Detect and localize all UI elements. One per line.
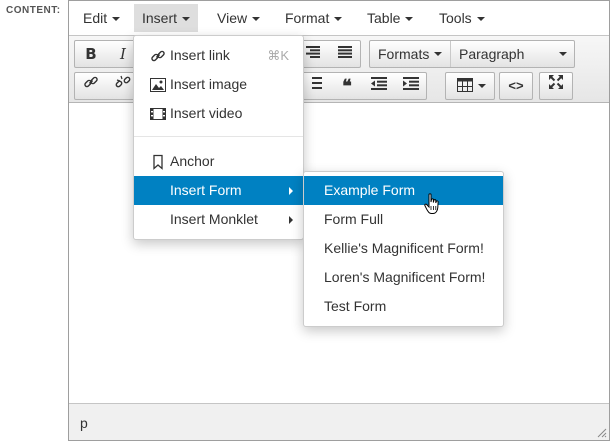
shortcut-hint: ⌘K [267, 48, 289, 63]
chevron-down-icon [434, 52, 442, 56]
quote-icon: ❝ [342, 76, 352, 96]
menu-item-insert-image[interactable]: Insert image [134, 70, 303, 99]
hand-cursor-icon [424, 193, 439, 214]
chevron-right-icon [289, 187, 293, 195]
submenu-item-label: Loren's Magnificent Form! [324, 269, 486, 285]
menu-item-label: Insert link [170, 47, 230, 63]
chevron-right-icon [289, 216, 293, 224]
indent-button[interactable] [395, 73, 427, 99]
insert-form-submenu: Example Form Form Full Kellie's Magnific… [303, 171, 504, 327]
content-field-label: CONTENT: [6, 5, 61, 16]
link-icon [151, 50, 165, 62]
chevron-down-icon [405, 17, 414, 21]
fullscreen-button[interactable] [540, 73, 572, 99]
submenu-item-label: Test Form [324, 298, 387, 314]
code-icon: <> [508, 78, 524, 93]
align-right-icon [306, 46, 320, 58]
menu-item-label: Insert Form [170, 182, 242, 198]
link-icon [84, 76, 98, 88]
menu-format[interactable]: Format [277, 4, 350, 32]
blockquote-button[interactable]: ❝ [331, 73, 363, 99]
menu-edit-label: Edit [83, 10, 108, 26]
fullscreen-icon [549, 75, 563, 89]
menu-view-label: View [217, 10, 248, 26]
menu-table[interactable]: Table [359, 4, 421, 32]
menu-insert-label: Insert [142, 10, 178, 26]
formats-dropdown-label: Formats [378, 46, 430, 62]
submenu-item-example-form[interactable]: Example Form [304, 176, 503, 205]
submenu-item-test-form[interactable]: Test Form [304, 292, 503, 321]
link-button[interactable] [75, 73, 107, 99]
table-icon [456, 78, 473, 92]
chevron-down-icon [477, 84, 486, 88]
chevron-down-icon [334, 17, 343, 21]
indent-icon [403, 77, 419, 90]
chevron-down-icon [182, 17, 191, 21]
element-path[interactable]: p [80, 415, 88, 431]
menu-item-label: Insert Monklet [170, 211, 258, 227]
menu-item-insert-video[interactable]: Insert video [134, 99, 303, 128]
image-icon [150, 78, 166, 92]
numbered-list-icon [312, 77, 322, 89]
menu-insert[interactable]: Insert [134, 4, 199, 32]
formats-dropdown[interactable]: Formats [370, 41, 450, 67]
source-code-button[interactable]: <> [500, 73, 532, 99]
submenu-item-lorens-form[interactable]: Loren's Magnificent Form! [304, 263, 503, 292]
menu-tools[interactable]: Tools [431, 4, 493, 32]
chevron-down-icon [476, 17, 485, 21]
chevron-down-icon [252, 17, 261, 21]
menu-item-label: Anchor [170, 153, 215, 169]
bold-button[interactable]: B [75, 41, 107, 67]
menu-item-label: Insert image [170, 76, 248, 92]
menu-item-anchor[interactable]: Anchor [134, 147, 303, 176]
insert-menu-dropdown: Insert link ⌘K Insert image Insert video… [133, 35, 304, 240]
outdent-button[interactable] [363, 73, 395, 99]
toolbar-group-styles: Formats Paragraph [369, 40, 575, 68]
submenu-item-label: Form Full [324, 211, 384, 227]
bookmark-icon [153, 154, 163, 170]
menu-table-label: Table [367, 10, 401, 26]
video-icon [150, 108, 166, 120]
menu-item-label: Insert video [170, 105, 243, 121]
submenu-item-form-full[interactable]: Form Full [304, 205, 503, 234]
menu-item-insert-monklet[interactable]: Insert Monklet [134, 205, 303, 234]
chevron-down-icon [559, 52, 567, 56]
menubar: Edit Insert View Format Table Tools [69, 1, 609, 36]
chevron-down-icon [112, 17, 121, 21]
resize-handle-icon[interactable] [597, 428, 607, 438]
submenu-item-kellies-form[interactable]: Kellie's Magnificent Form! [304, 234, 503, 263]
toolbar-group-table [445, 72, 495, 100]
paragraph-dropdown-label: Paragraph [459, 46, 525, 62]
paragraph-dropdown[interactable]: Paragraph [451, 41, 575, 67]
toolbar-group-fullscreen [539, 72, 573, 100]
submenu-item-label: Kellie's Magnificent Form! [324, 240, 484, 256]
menu-divider [134, 136, 303, 137]
align-justify-button[interactable] [329, 41, 361, 67]
menu-edit[interactable]: Edit [75, 4, 128, 32]
unlink-icon [115, 75, 131, 88]
align-justify-icon [338, 46, 352, 58]
toolbar-group-code: <> [499, 72, 533, 100]
menu-item-insert-form[interactable]: Insert Form [134, 176, 303, 205]
table-button[interactable] [448, 73, 494, 99]
statusbar: p [69, 403, 609, 440]
menu-tools-label: Tools [439, 10, 472, 26]
menu-format-label: Format [285, 10, 330, 26]
menu-item-insert-link[interactable]: Insert link ⌘K [134, 41, 303, 70]
outdent-icon [371, 77, 387, 90]
menu-view[interactable]: View [209, 4, 268, 32]
submenu-item-label: Example Form [324, 182, 416, 198]
